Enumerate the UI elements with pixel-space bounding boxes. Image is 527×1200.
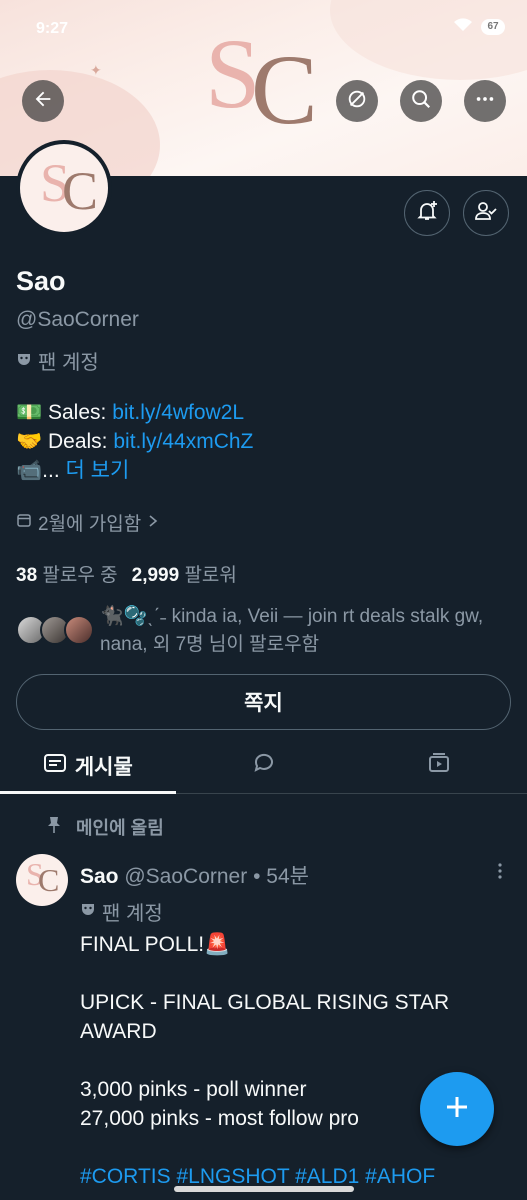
back-button[interactable]	[22, 80, 64, 122]
followers-count: 2,999	[131, 565, 180, 586]
bio-deals-label: 🤝 Deals:	[16, 430, 114, 453]
following-count: 38	[16, 565, 38, 586]
user-check-icon	[474, 199, 498, 228]
post-fan-badge-label: 팬 계정	[102, 903, 163, 925]
fan-badge-label: 팬 계정	[38, 352, 99, 374]
post-line: FINAL POLL!🚨	[80, 933, 231, 956]
battery-icon: 67	[481, 18, 505, 35]
status-time: 9:27	[36, 20, 69, 37]
see-more-link[interactable]: 더 보기	[66, 459, 130, 482]
media-play-icon	[427, 751, 451, 780]
profile-bio: 💵 Sales: bit.ly/4wfow2L 🤝 Deals: bit.ly/…	[16, 398, 253, 485]
bell-plus-icon	[415, 199, 439, 228]
post-time: • 54분	[253, 865, 309, 888]
avatar-letter: C	[62, 161, 99, 221]
profile-tabs: 게시물	[0, 738, 527, 794]
bio-truncated-text: 📹...	[16, 459, 66, 482]
post-more-button[interactable]	[497, 862, 503, 885]
followers-label: 팔로워	[184, 565, 237, 586]
profile-handle: @SaoCorner	[16, 308, 139, 331]
chevron-right-icon	[147, 512, 159, 534]
mask-icon	[80, 900, 96, 923]
post-author-name[interactable]: Sao	[80, 865, 119, 888]
reply-bubble-icon	[252, 751, 276, 780]
fan-account-badge: 팬 계정	[16, 346, 99, 375]
tab-media[interactable]	[351, 738, 527, 793]
compose-button[interactable]	[420, 1072, 494, 1146]
following-label: 팔로우 중	[42, 565, 118, 586]
sparkle-icon: ✦	[90, 62, 102, 78]
tab-posts-label: 게시물	[74, 755, 133, 779]
plus-icon	[443, 1093, 471, 1126]
sales-link[interactable]: bit.ly/4wfow2L	[112, 401, 244, 424]
message-button[interactable]: 쪽지	[16, 674, 511, 730]
home-indicator	[174, 1186, 354, 1192]
more-vertical-icon	[497, 863, 503, 884]
following-button[interactable]	[463, 190, 509, 236]
joined-date[interactable]: 2월에 가입함	[16, 509, 159, 536]
mask-icon	[16, 351, 32, 370]
avatar-letter: C	[38, 862, 60, 898]
profile-avatar[interactable]: S C	[16, 140, 112, 236]
avatar	[64, 615, 94, 645]
status-icons: 67	[453, 18, 505, 35]
pinned-indicator: 메인에 올림	[46, 814, 164, 840]
post-fan-badge: 팬 계정	[80, 897, 163, 926]
post-line: AWARD	[80, 1020, 157, 1043]
follow-counts: 38 팔로우 중 2,999 팔로워	[16, 560, 237, 587]
eye-slash-icon	[346, 88, 368, 115]
bio-sales-label: 💵 Sales:	[16, 401, 113, 424]
search-icon	[410, 88, 432, 115]
pinned-label: 메인에 올림	[76, 818, 164, 838]
pin-icon	[46, 816, 62, 839]
posts-icon	[43, 752, 67, 779]
calendar-icon	[16, 512, 32, 534]
post-body[interactable]: FINAL POLL!🚨 UPICK - FINAL GLOBAL RISING…	[80, 930, 510, 1191]
mutual-avatars	[16, 615, 96, 645]
notification-button[interactable]	[404, 190, 450, 236]
post-header: Sao @SaoCorner • 54분	[80, 860, 309, 890]
profile-name: Sao	[16, 266, 66, 296]
followed-by-text: 🐈‍⬛🫧ˎˊ˗ kinda ia, Veii — join rt deals s…	[100, 606, 484, 655]
arrow-left-icon	[32, 88, 54, 115]
wifi-icon	[453, 18, 473, 35]
more-horizontal-icon	[474, 88, 496, 115]
post-line: UPICK - FINAL GLOBAL RISING STAR	[80, 991, 450, 1014]
following-link[interactable]: 38 팔로우 중	[16, 560, 118, 587]
tab-posts[interactable]: 게시물	[0, 738, 176, 794]
deals-link[interactable]: bit.ly/44xmChZ	[113, 430, 253, 453]
post-author-handle: @SaoCorner	[124, 865, 248, 888]
status-bar: 9:27 67	[0, 0, 527, 64]
post-author-avatar[interactable]: S C	[16, 854, 68, 906]
joined-label: 2월에 가입함	[38, 514, 142, 535]
followers-link[interactable]: 2,999 팔로워	[132, 560, 237, 587]
hide-button[interactable]	[336, 80, 378, 122]
tab-replies[interactable]	[176, 738, 352, 793]
more-button[interactable]	[464, 80, 506, 122]
search-button[interactable]	[400, 80, 442, 122]
followed-by[interactable]: 🐈‍⬛🫧ˎˊ˗ kinda ia, Veii — join rt deals s…	[16, 603, 520, 659]
